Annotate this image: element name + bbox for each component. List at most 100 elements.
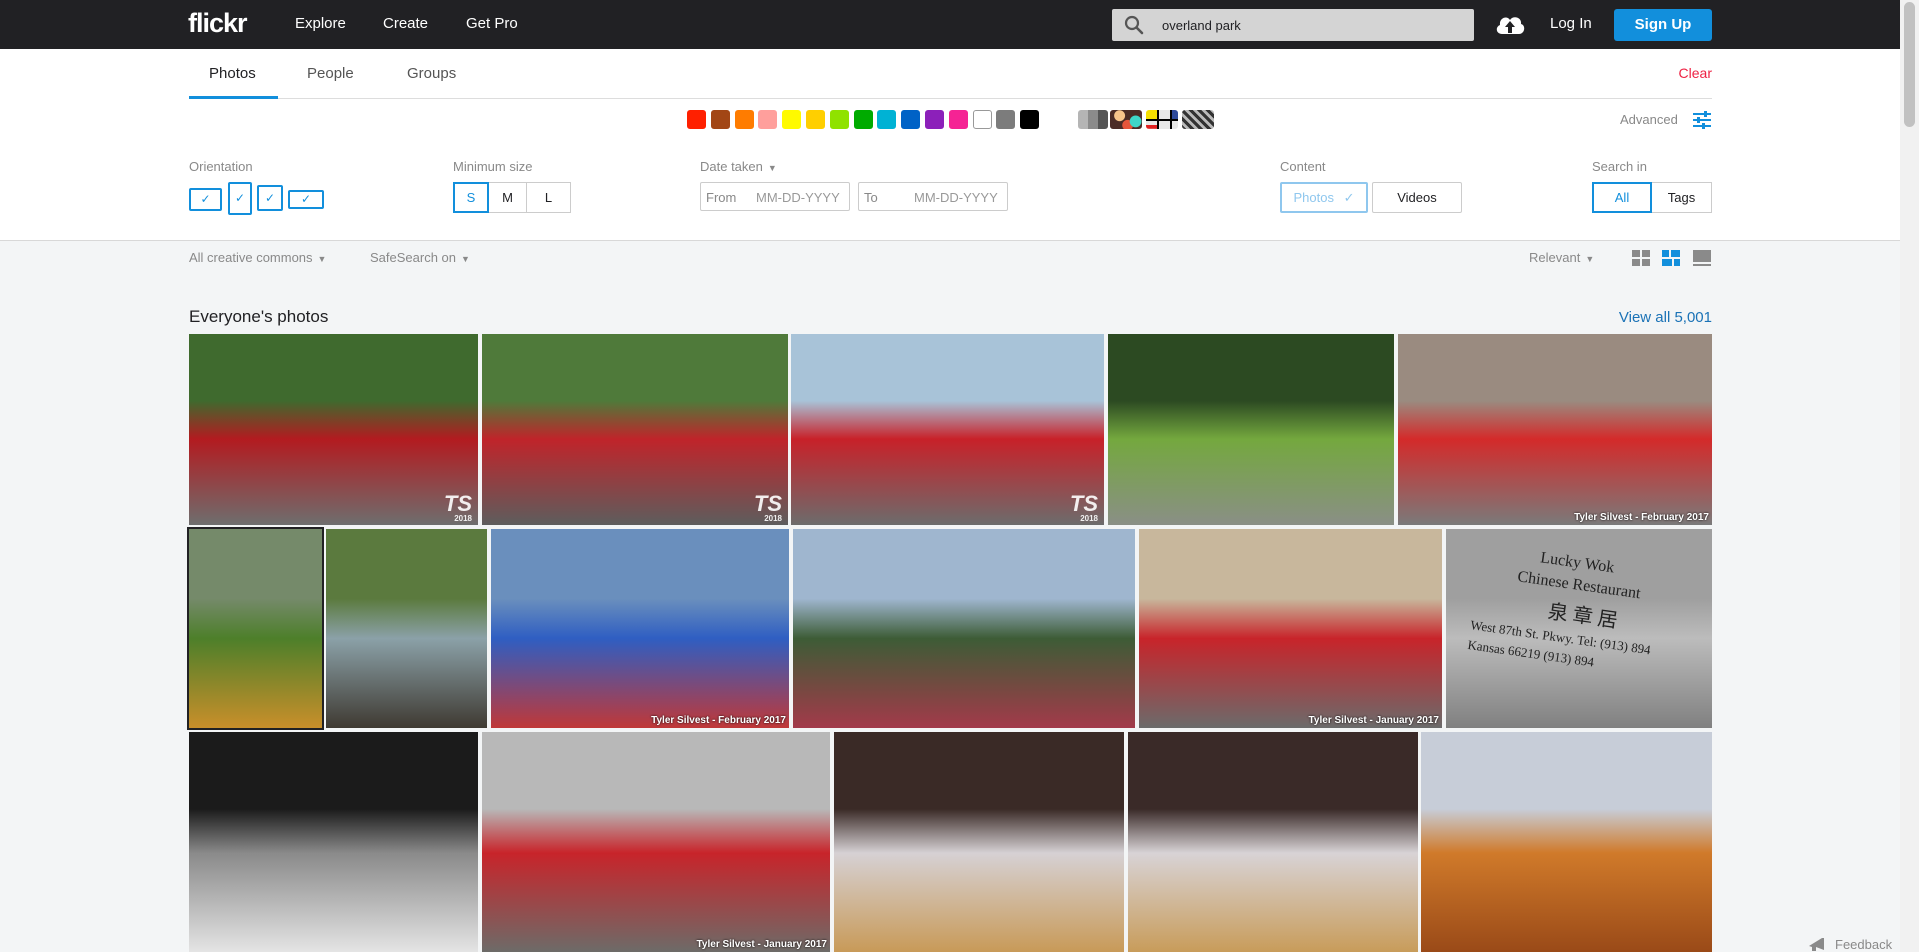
license-dropdown[interactable]: All creative commons ▼ (189, 250, 326, 265)
login-link[interactable]: Log In (1550, 15, 1592, 32)
safesearch-dropdown[interactable]: SafeSearch on ▼ (370, 250, 470, 265)
color-swatch[interactable] (687, 110, 706, 129)
photo-thumbnail[interactable]: Tyler Silvest - February 2017 (1398, 334, 1712, 525)
date-to-input[interactable] (914, 187, 1004, 207)
tab-photos[interactable]: Photos (209, 65, 256, 82)
color-swatch[interactable] (758, 110, 778, 129)
license-label: All creative commons (189, 250, 313, 265)
color-swatch[interactable] (782, 110, 802, 129)
advanced-toggle[interactable]: Advanced (1620, 112, 1678, 127)
min-size-l[interactable]: L (526, 182, 571, 213)
large-view-icon[interactable] (1693, 250, 1711, 266)
active-tab-indicator (189, 96, 278, 99)
photo-thumbnail[interactable] (1421, 732, 1712, 952)
date-taken-dropdown[interactable]: Date taken ▼ (700, 159, 777, 174)
check-icon: ✓ (300, 192, 312, 206)
photo-thumbnail[interactable]: Tyler Silvest - January 2017 (1139, 529, 1442, 728)
signup-button[interactable]: Sign Up (1614, 9, 1712, 41)
caret-down-icon: ▼ (1585, 254, 1595, 264)
orientation-square-toggle[interactable]: ✓ (257, 185, 283, 211)
photo-thumbnail[interactable] (326, 529, 487, 728)
orientation-landscape-toggle[interactable]: ✓ (189, 188, 222, 211)
photo-watermark-logo: TS 2018 (1069, 491, 1098, 523)
style-swatch-black-and-white[interactable] (1078, 110, 1108, 129)
color-swatch[interactable] (901, 110, 921, 129)
style-swatch-shallow-depth-of-field[interactable] (1110, 110, 1142, 129)
scrollbar-thumb[interactable] (1904, 2, 1915, 127)
tab-groups[interactable]: Groups (407, 65, 456, 82)
photo-thumbnail[interactable]: TS 2018 (791, 334, 1104, 525)
feedback-link[interactable]: Feedback (1835, 937, 1892, 952)
photo-thumbnail[interactable]: Tyler Silvest - January 2017 (482, 732, 830, 952)
color-swatch[interactable] (996, 110, 1016, 129)
style-swatch-patterns[interactable] (1182, 110, 1214, 129)
photo-thumbnail[interactable] (1128, 732, 1418, 952)
photo-thumbnail[interactable]: TS 2018 (189, 334, 478, 525)
justified-view-icon[interactable] (1662, 250, 1680, 266)
color-swatch[interactable] (853, 110, 873, 129)
photo-thumbnail[interactable] (793, 529, 1135, 728)
photo-watermark-caption: Tyler Silvest - January 2017 (1308, 715, 1439, 726)
orientation-panorama-toggle[interactable]: ✓ (288, 190, 324, 209)
content-photos-label: Photos (1293, 190, 1334, 205)
business-card-text: Lucky Wok Chinese Restaurant 泉 章 居 West 87t… (1466, 549, 1652, 670)
date-to-field: To (858, 182, 1008, 211)
color-swatch[interactable] (710, 110, 730, 129)
clear-filters-link[interactable]: Clear (1679, 65, 1712, 81)
top-nav-bar: flickr Explore Create Get Pro Log In Sig… (0, 0, 1900, 49)
photo-thumbnail[interactable] (189, 732, 478, 952)
min-size-s[interactable]: S (453, 182, 489, 213)
check-icon: ✓ (264, 191, 276, 205)
section-title: Everyone's photos (189, 307, 329, 326)
caret-down-icon: ▼ (461, 254, 470, 264)
safesearch-label: SafeSearch on (370, 250, 457, 265)
color-swatch[interactable] (948, 110, 968, 129)
color-swatch[interactable] (877, 110, 897, 129)
photo-thumbnail[interactable]: Lucky Wok Chinese Restaurant 泉 章 居 West 87t… (1446, 529, 1712, 728)
upload-cloud-icon[interactable] (1494, 12, 1526, 36)
photo-thumbnail[interactable] (1108, 334, 1394, 525)
photo-watermark-logo: TS 2018 (753, 491, 782, 523)
view-all-link[interactable]: View all 5,001 (1619, 309, 1712, 326)
photo-thumbnail[interactable] (187, 527, 324, 730)
caret-down-icon: ▼ (767, 163, 777, 173)
color-swatch[interactable] (1020, 110, 1040, 129)
photo-thumbnail[interactable]: TS 2018 (482, 334, 788, 525)
sliders-icon[interactable] (1692, 110, 1712, 130)
scrollbar[interactable] (1900, 0, 1919, 952)
search-in-all[interactable]: All (1592, 182, 1652, 213)
orientation-label: Orientation (189, 159, 253, 174)
search-icon[interactable] (1124, 15, 1144, 35)
photo-watermark-caption: Tyler Silvest - February 2017 (1574, 512, 1709, 523)
photo-watermark-caption: Tyler Silvest - February 2017 (651, 715, 786, 726)
style-swatch-minimalist[interactable] (1146, 110, 1178, 129)
flickr-logo[interactable]: flickr (188, 8, 248, 39)
photo-thumbnail[interactable] (834, 732, 1124, 952)
nav-explore[interactable]: Explore (295, 15, 346, 32)
megaphone-icon (1809, 938, 1824, 951)
nav-get-pro[interactable]: Get Pro (466, 15, 518, 32)
nav-create[interactable]: Create (383, 15, 428, 32)
content-photos-toggle[interactable]: Photos ✓ (1280, 182, 1368, 213)
color-swatch[interactable] (734, 110, 754, 129)
date-from-label: From (706, 190, 737, 205)
color-swatch[interactable] (972, 110, 992, 129)
tab-people[interactable]: People (307, 65, 354, 82)
sort-dropdown[interactable]: Relevant ▼ (1529, 250, 1594, 265)
check-icon: ✓ (200, 192, 211, 206)
color-swatch[interactable] (829, 110, 849, 129)
search-type-tabs: Photos People Groups Clear (189, 49, 1712, 99)
search-in-tags[interactable]: Tags (1651, 182, 1712, 213)
search-input[interactable] (1162, 13, 1462, 37)
color-swatch[interactable] (925, 110, 944, 129)
color-swatch[interactable] (806, 110, 825, 129)
content-videos-toggle[interactable]: Videos (1372, 182, 1462, 213)
date-from-input[interactable] (756, 187, 846, 207)
photo-thumbnail[interactable]: Tyler Silvest - February 2017 (491, 529, 789, 728)
grid-view-icon[interactable] (1632, 250, 1650, 266)
orientation-portrait-toggle[interactable]: ✓ (228, 182, 252, 215)
date-taken-label: Date taken (700, 159, 763, 174)
content-label: Content (1280, 159, 1326, 174)
min-size-m[interactable]: M (488, 182, 527, 213)
sort-label: Relevant (1529, 250, 1581, 265)
